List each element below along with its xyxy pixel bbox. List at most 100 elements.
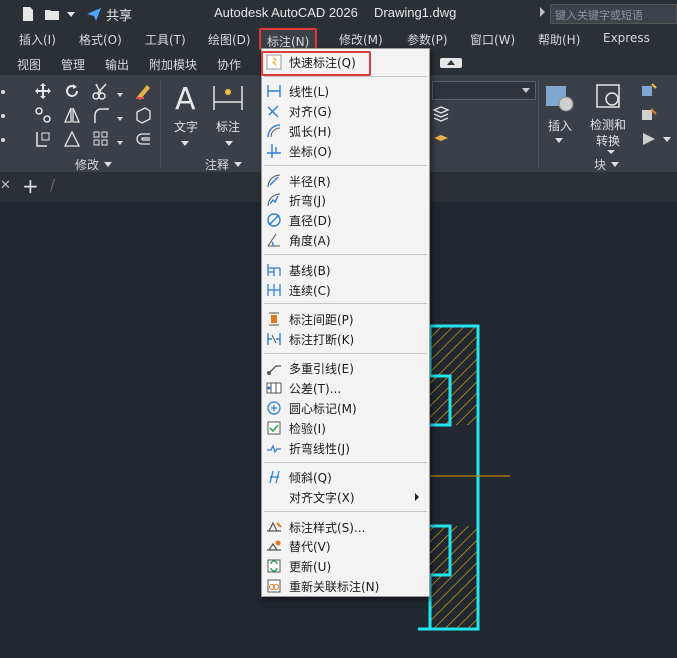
menu-item-dimension-style[interactable]: 标注样式(S)... <box>262 517 429 537</box>
menu-item-oblique[interactable]: 倾斜(Q) <box>262 467 429 487</box>
array-icon[interactable] <box>92 130 110 148</box>
rotate-icon[interactable] <box>63 82 81 100</box>
menu-item-diameter-dimension[interactable]: 直径(D) <box>262 210 429 230</box>
dimension-icon[interactable] <box>211 82 245 114</box>
menu-insert[interactable]: 插入(I) <box>19 31 56 48</box>
dropdown-left-icon-2[interactable] <box>0 107 10 125</box>
menu-item-dimension-break[interactable]: 标注打断(K) <box>262 329 429 349</box>
layer-tool-icon[interactable] <box>432 130 450 148</box>
ribbon-minimize-icon[interactable] <box>440 58 462 68</box>
menu-item-label: 折弯线性(J) <box>289 441 350 456</box>
block-attribute-dropdown-icon[interactable] <box>662 132 672 150</box>
menu-item-arc-length[interactable]: 弧长(H) <box>262 121 429 141</box>
tab-addins[interactable]: 附加模块 <box>149 56 197 73</box>
menu-window[interactable]: 窗口(W) <box>470 31 515 48</box>
menu-item-label: 公差(T)... <box>289 382 342 397</box>
menu-separator <box>264 461 427 463</box>
dimension-label[interactable]: 标注 <box>216 118 240 135</box>
menu-item-inspection[interactable]: 检验(I) <box>262 418 429 438</box>
text-dropdown-icon[interactable] <box>180 136 190 154</box>
tab-collaborate[interactable]: 协作 <box>217 56 241 73</box>
menu-item-tolerance[interactable]: 公差(T)... <box>262 378 429 398</box>
search-input[interactable]: 键入关键字或短语 <box>550 4 677 24</box>
dropdown-left-icon[interactable] <box>0 83 10 101</box>
menu-item-label: 基线(B) <box>289 263 331 278</box>
menu-help[interactable]: 帮助(H) <box>538 31 580 48</box>
block-create-icon[interactable] <box>640 82 658 100</box>
block-panel-title[interactable]: 块 <box>594 156 606 173</box>
menu-item-multileader[interactable]: 多重引线(E) <box>262 358 429 378</box>
menu-item-dimension-space[interactable]: 标注间距(P) <box>262 309 429 329</box>
reassociate-icon <box>267 579 281 593</box>
text-label[interactable]: 文字 <box>174 118 198 135</box>
dimension-dropdown-icon[interactable] <box>224 136 234 154</box>
tab-output[interactable]: 输出 <box>105 56 129 73</box>
menu-item-update[interactable]: 更新(U) <box>262 556 429 576</box>
layer-combo[interactable] <box>432 81 536 100</box>
dropdown-left-icon-3[interactable] <box>0 131 10 149</box>
menu-item-jogged-dimension[interactable]: 折弯(J) <box>262 190 429 210</box>
insert-label[interactable]: 插入 <box>548 117 572 134</box>
angular-dimension-icon <box>267 233 280 247</box>
open-folder-icon[interactable] <box>44 6 60 22</box>
search-expand-icon[interactable] <box>540 7 545 17</box>
menu-format[interactable]: 格式(O) <box>79 31 122 48</box>
annotation-panel-title[interactable]: 注释 <box>205 156 229 173</box>
menu-item-ordinate-dimension[interactable]: 坐标(O) <box>262 141 429 161</box>
menu-draw[interactable]: 绘图(D) <box>208 31 251 48</box>
update-icon <box>267 559 281 573</box>
measure-label-1[interactable]: 检测和 <box>590 116 626 133</box>
copy-icon[interactable] <box>34 106 52 124</box>
menu-bar: 插入(I) 格式(O) 工具(T) 绘图(D) 标注(N) 修改(M) 参数(P… <box>0 28 677 50</box>
menu-item-baseline-dimension[interactable]: 基线(B) <box>262 260 429 280</box>
tolerance-icon <box>266 382 282 394</box>
share-label[interactable]: 共享 <box>106 5 132 24</box>
menu-item-center-mark[interactable]: 圆心标记(M) <box>262 398 429 418</box>
erase-icon[interactable] <box>134 82 152 100</box>
menu-item-jogged-linear[interactable]: 折弯线性(J) <box>262 438 429 458</box>
menu-item-reassociate[interactable]: 重新关联标注(N) <box>262 576 429 596</box>
tab-manage[interactable]: 管理 <box>61 56 85 73</box>
menu-tools[interactable]: 工具(T) <box>145 31 186 48</box>
modify-panel-title[interactable]: 修改 <box>75 156 99 173</box>
quick-access-dropdown-icon[interactable] <box>66 6 76 22</box>
block-edit-icon[interactable] <box>640 106 658 124</box>
share-icon[interactable] <box>86 6 102 22</box>
fillet-dropdown-icon[interactable] <box>116 110 124 128</box>
array-dropdown-icon[interactable] <box>116 134 124 152</box>
menu-dimension[interactable]: 标注(N) <box>259 28 318 50</box>
menu-item-override[interactable]: 替代(V) <box>262 536 429 556</box>
text-icon[interactable]: A <box>172 82 202 114</box>
menu-parametric[interactable]: 参数(P) <box>407 31 448 48</box>
menu-item-continue-dimension[interactable]: 连续(C) <box>262 280 429 300</box>
explode-icon[interactable] <box>134 106 152 124</box>
menu-modify[interactable]: 修改(M) <box>339 31 383 48</box>
menu-separator <box>264 511 427 512</box>
menu-item-linear-dimension[interactable]: 线性(L) <box>262 81 429 101</box>
tab-view[interactable]: 视图 <box>17 56 41 73</box>
scale-icon[interactable] <box>63 130 81 148</box>
measure-convert-icon[interactable] <box>594 82 626 114</box>
new-tab-icon[interactable]: + <box>22 174 39 198</box>
layer-properties-icon[interactable] <box>432 104 450 122</box>
trim-dropdown-icon[interactable] <box>116 86 124 104</box>
block-attribute-icon[interactable] <box>640 130 658 148</box>
jogged-linear-icon <box>267 444 281 454</box>
menu-express[interactable]: Express <box>603 31 650 45</box>
menu-item-angular-dimension[interactable]: 角度(A) <box>262 230 429 250</box>
mirror-icon[interactable] <box>63 106 81 124</box>
menu-item-radius-dimension[interactable]: 半径(R) <box>262 171 429 191</box>
menu-item-align-text[interactable]: 对齐文字(X) <box>262 487 429 507</box>
stretch-icon[interactable] <box>34 130 52 148</box>
insert-dropdown-icon[interactable] <box>554 133 564 151</box>
radius-dimension-icon <box>267 174 281 187</box>
center-mark-icon <box>267 401 281 415</box>
menu-item-aligned-dimension[interactable]: 对齐(G) <box>262 101 429 121</box>
fillet-icon[interactable] <box>92 106 110 124</box>
close-tab-icon[interactable]: ✕ <box>0 178 11 193</box>
trim-icon[interactable] <box>92 82 110 100</box>
insert-block-icon[interactable] <box>544 82 576 114</box>
offset-icon[interactable] <box>134 130 152 148</box>
move-icon[interactable] <box>34 82 52 100</box>
new-file-icon[interactable] <box>20 6 36 22</box>
